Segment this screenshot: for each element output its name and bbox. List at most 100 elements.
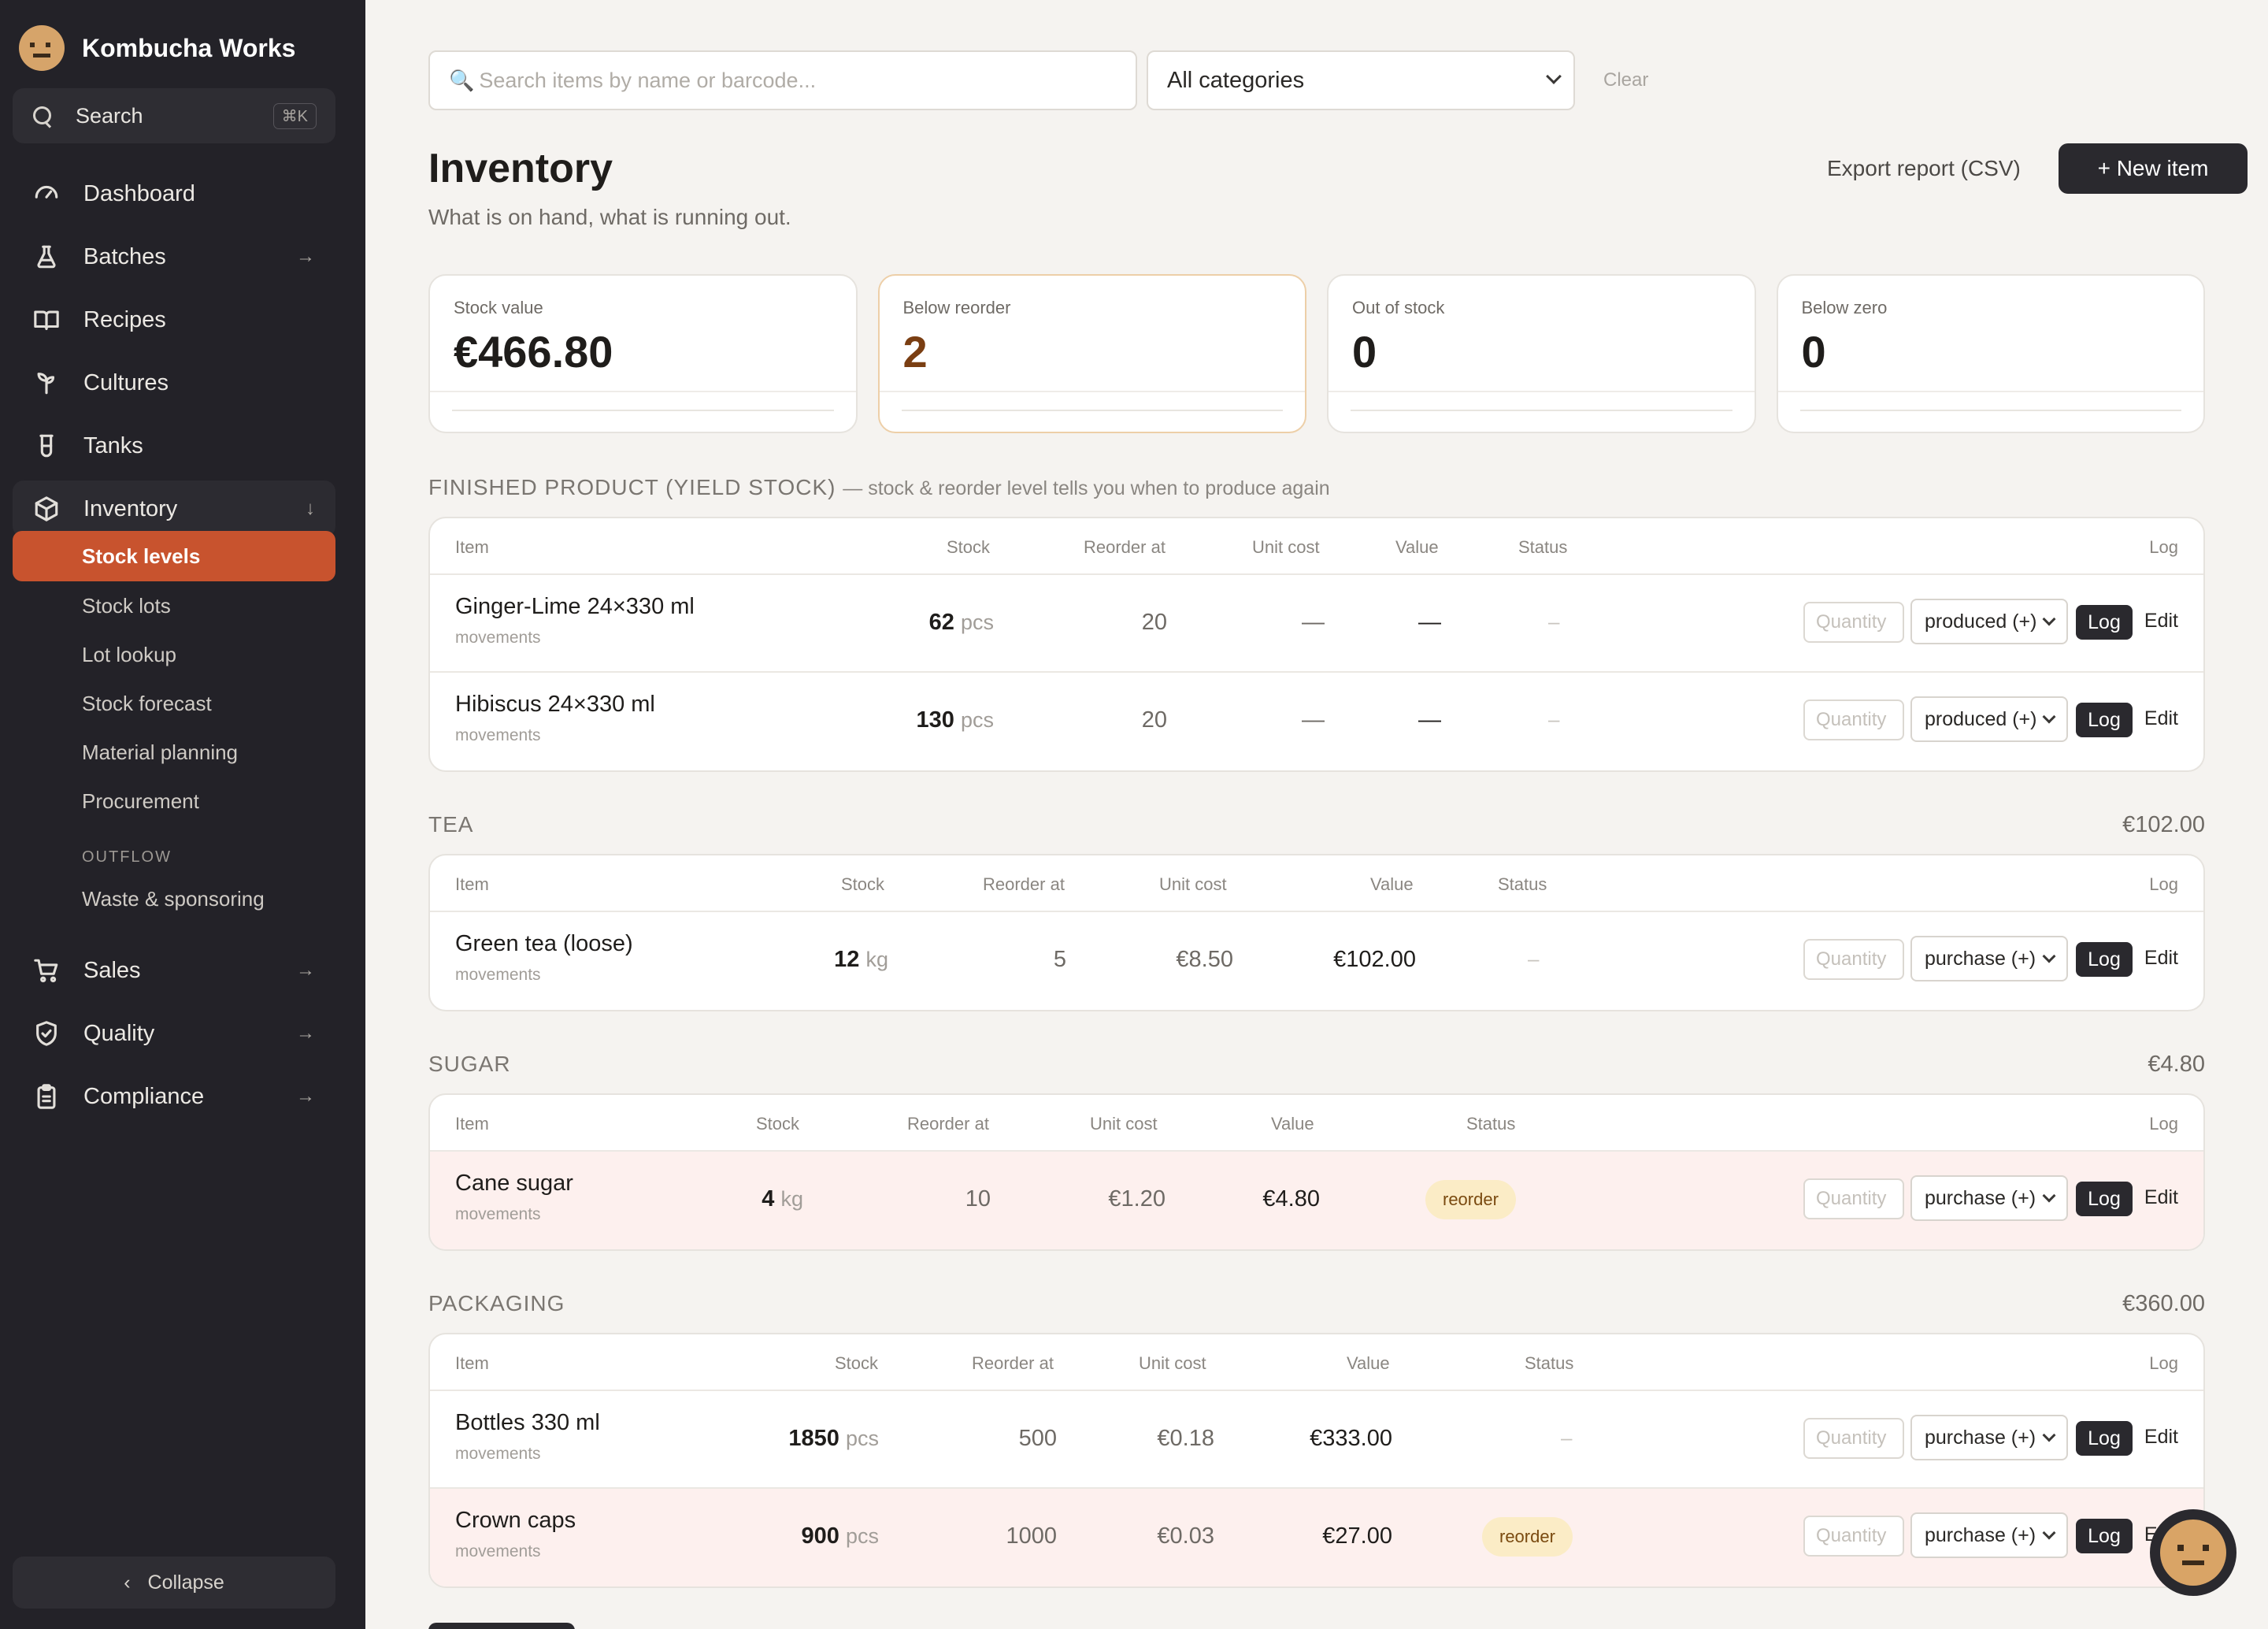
arrow-right-icon: → (296, 959, 315, 981)
quantity-input[interactable]: Quantity (1803, 1178, 1904, 1219)
movements-link[interactable]: movements (455, 1445, 541, 1464)
unit-cost-cell: €0.03 (1157, 1523, 1214, 1549)
new-item-button[interactable]: + New item (2059, 143, 2248, 194)
movements-link[interactable]: movements (455, 1542, 541, 1561)
card-divider (879, 391, 1305, 392)
item-name[interactable]: Cane sugar (455, 1171, 573, 1197)
nav-item-cultures[interactable]: Cultures (13, 354, 335, 411)
col-status: Status (1525, 1353, 1574, 1373)
item-name[interactable]: Green tea (loose) (455, 931, 633, 957)
page-title: Inventory (428, 146, 613, 191)
item-name[interactable]: Bottles 330 ml (455, 1410, 600, 1436)
brand[interactable]: Kombucha Works (19, 24, 295, 72)
item-name[interactable]: Ginger-Lime 24×330 ml (455, 594, 695, 620)
quantity-input[interactable]: Quantity (1803, 1516, 1904, 1557)
subnav-item-procurement[interactable]: Procurement (13, 777, 335, 826)
quantity-input[interactable]: Quantity (1803, 602, 1904, 643)
col-status: Status (1498, 874, 1547, 894)
category-select[interactable]: All categories (1147, 50, 1575, 110)
chevron-down-icon (2042, 612, 2056, 626)
item-name[interactable]: Crown caps (455, 1508, 576, 1534)
summary-cards: Stock value €466.80 Below reorder 2 Out … (428, 274, 2205, 433)
item-name[interactable]: Hibiscus 24×330 ml (455, 692, 655, 718)
edit-button[interactable]: Edit (2144, 947, 2178, 970)
subnav-item-waste-sponsoring[interactable]: Waste & sponsoring (13, 874, 335, 923)
movements-link[interactable]: movements (455, 966, 541, 985)
shield-check-icon (33, 1020, 60, 1047)
movements-link[interactable]: movements (455, 1205, 541, 1224)
edit-button[interactable]: Edit (2144, 610, 2178, 633)
arrow-down-icon: ↓ (306, 498, 315, 519)
col-reorder: Reorder at (983, 874, 1065, 894)
subnav-item-lot-lookup[interactable]: Lot lookup (13, 630, 335, 679)
movement-type-select[interactable]: purchase (+) (1910, 1175, 2068, 1221)
nav-item-recipes[interactable]: Recipes (13, 291, 335, 348)
log-button[interactable]: Log (2076, 1421, 2133, 1456)
assistant-chat-button[interactable] (2150, 1509, 2236, 1596)
nav-item-sales[interactable]: Sales → (13, 942, 335, 999)
table-header: Item Stock Reorder at Unit cost Value St… (430, 518, 2203, 575)
item-search-input[interactable]: 🔍 Search items by name or barcode... (428, 50, 1137, 110)
subnav-item-stock-forecast[interactable]: Stock forecast (13, 679, 335, 728)
card-label: Out of stock (1352, 298, 1445, 317)
movement-type-select[interactable]: produced (+) (1910, 599, 2068, 644)
quantity-input[interactable]: Quantity (1803, 939, 1904, 980)
stock-unit: pcs (960, 610, 994, 634)
log-button[interactable]: Log (2076, 1182, 2133, 1216)
card-bar (452, 410, 834, 411)
card-stock-value: Stock value €466.80 (428, 274, 858, 433)
quantity-input[interactable]: Quantity (1803, 699, 1904, 740)
movement-type-select[interactable]: purchase (+) (1910, 1512, 2068, 1558)
nav-label: Cultures (83, 369, 169, 395)
reorder-cell: 1000 (1006, 1523, 1057, 1549)
nav-item-tanks[interactable]: Tanks (13, 417, 335, 474)
col-item: Item (455, 1114, 489, 1134)
value-cell: €4.80 (1262, 1186, 1320, 1212)
edit-button[interactable]: Edit (2144, 1186, 2178, 1209)
sprout-icon (33, 369, 60, 396)
nav-item-compliance[interactable]: Compliance → (13, 1068, 335, 1125)
kombucha-mascot-icon (2160, 1520, 2226, 1586)
stock-value: 1850 (788, 1426, 839, 1451)
card-divider (1329, 391, 1755, 392)
bottom-button-partial[interactable] (428, 1623, 575, 1629)
table-finished-product: Item Stock Reorder at Unit cost Value St… (428, 517, 2205, 772)
sidebar-search-button[interactable]: Search ⌘K (13, 88, 335, 143)
log-button[interactable]: Log (2076, 942, 2133, 977)
quantity-input[interactable]: Quantity (1803, 1418, 1904, 1459)
stock-value: 62 (928, 610, 954, 635)
nav-item-inventory[interactable]: Inventory ↓ (13, 481, 335, 537)
chevron-down-icon (2042, 1526, 2056, 1540)
collapse-sidebar-button[interactable]: ‹ Collapse (13, 1557, 335, 1609)
export-csv-button[interactable]: Export report (CSV) (1827, 156, 2021, 181)
edit-button[interactable]: Edit (2144, 707, 2178, 730)
log-button[interactable]: Log (2076, 605, 2133, 640)
edit-button[interactable]: Edit (2144, 1426, 2178, 1449)
movements-link[interactable]: movements (455, 726, 541, 745)
movement-type-select[interactable]: produced (+) (1910, 696, 2068, 742)
col-value: Value (1395, 537, 1439, 557)
box-icon (33, 495, 60, 522)
chevron-down-icon (2042, 710, 2056, 724)
movement-type-select[interactable]: purchase (+) (1910, 936, 2068, 981)
arrow-right-icon: → (296, 246, 315, 267)
nav-label: Sales (83, 957, 141, 983)
movements-link[interactable]: movements (455, 629, 541, 648)
log-button[interactable]: Log (2076, 1519, 2133, 1553)
subnav-item-material-planning[interactable]: Material planning (13, 728, 335, 777)
movement-type-select[interactable]: purchase (+) (1910, 1415, 2068, 1460)
clear-filters-button[interactable]: Clear (1603, 69, 1648, 91)
inventory-subnav: Stock levels Stock lots Lot lookup Stock… (13, 531, 335, 923)
log-button[interactable]: Log (2076, 703, 2133, 737)
table-row: Bottles 330 ml movements 1850 pcs 500 €0… (430, 1391, 2203, 1489)
unit-cost-cell: €8.50 (1176, 947, 1233, 972)
search-placeholder: Search items by name or barcode... (479, 68, 817, 92)
subnav-item-stock-levels[interactable]: Stock levels (13, 531, 335, 581)
nav-item-batches[interactable]: Batches → (13, 228, 335, 285)
col-stock: Stock (835, 1353, 879, 1373)
status-cell: – (1561, 1426, 1573, 1449)
nav-item-dashboard[interactable]: Dashboard (13, 165, 335, 222)
col-reorder: Reorder at (907, 1114, 989, 1134)
nav-item-quality[interactable]: Quality → (13, 1005, 335, 1062)
subnav-item-stock-lots[interactable]: Stock lots (13, 581, 335, 630)
